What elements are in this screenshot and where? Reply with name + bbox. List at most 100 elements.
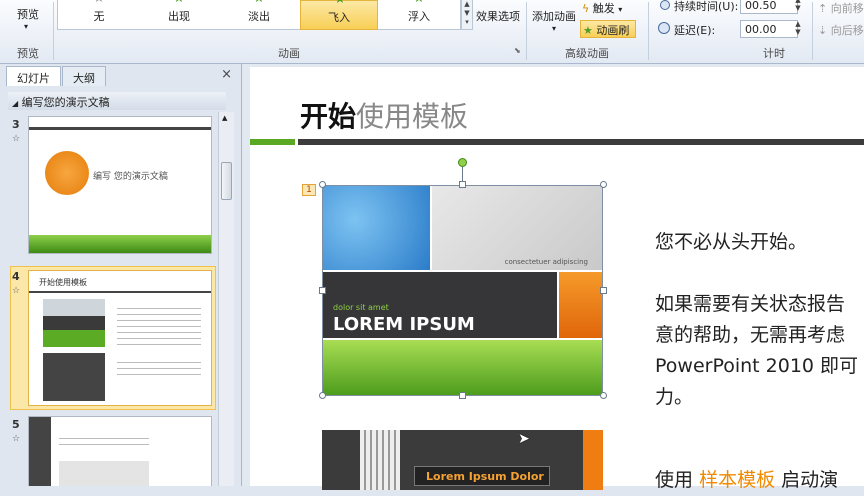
- animation-float-in[interactable]: ★ 浮入: [380, 0, 458, 30]
- star-green-icon: ★: [172, 0, 186, 6]
- resize-handle[interactable]: [319, 287, 326, 294]
- slide-thumbnail-3[interactable]: 编写 您的演示文稿: [28, 116, 212, 254]
- animation-painter-button[interactable]: ★ 动画刷: [580, 20, 636, 38]
- animation-none[interactable]: ★ 无: [60, 0, 138, 30]
- scrollbar-thumb[interactable]: [221, 162, 232, 200]
- preview-label: 预览: [17, 8, 39, 21]
- move-earlier-button[interactable]: ⇡ 向前移: [818, 0, 864, 16]
- resize-handle[interactable]: [600, 181, 607, 188]
- sample-template-link[interactable]: 样本模板: [699, 469, 775, 491]
- thumb-body-text: [117, 303, 201, 347]
- lightning-icon: ϟ: [582, 2, 590, 15]
- accent-dark-bar: [298, 139, 864, 145]
- delay-spinner[interactable]: ▲ ▼: [792, 20, 804, 38]
- animation-star-icon: ☆: [12, 286, 21, 296]
- animation-fly-in[interactable]: ★ 飞入: [300, 0, 378, 30]
- slide-number: 3: [12, 118, 20, 131]
- slide-title[interactable]: 开始使用模板: [300, 95, 468, 135]
- picture-caption-small: consectetuer adipiscing: [504, 258, 588, 266]
- divider: [526, 2, 527, 60]
- animation-label: 出现: [168, 10, 190, 23]
- section-header[interactable]: ◢ 编写您的演示文稿: [8, 92, 226, 110]
- animation-label: 淡出: [248, 10, 270, 23]
- slide-number: 5: [12, 418, 20, 431]
- slide-editor: 开始使用模板 1 consectetuer adipiscing dolor s…: [243, 64, 864, 491]
- rotation-handle[interactable]: [458, 158, 467, 167]
- animation-label: 浮入: [408, 10, 430, 23]
- tab-slides[interactable]: 幻灯片: [6, 66, 61, 86]
- clock-icon: [658, 22, 670, 34]
- slide-thumbnail-list: 3 ☆ 编写 您的演示文稿 4 ☆ 开始使用模板 5 ☆: [6, 112, 218, 486]
- animation-group-label: 动画: [278, 47, 300, 60]
- body-text-suffix: 启动演: [781, 469, 839, 491]
- star-green-icon: ★: [412, 0, 426, 6]
- animation-label: 无: [93, 10, 105, 23]
- add-animation-label: 添加动画: [532, 10, 576, 23]
- arrow-up-icon: ⇡: [818, 2, 828, 15]
- dialog-launcher-icon[interactable]: ⬊: [514, 46, 521, 55]
- body-text-line[interactable]: PowerPoint 2010 即可: [655, 351, 858, 382]
- slide-picture-1[interactable]: consectetuer adipiscing dolor sit amet L…: [322, 185, 603, 396]
- collapse-triangle-icon[interactable]: ◢: [12, 99, 18, 108]
- add-animation-button[interactable]: 添加动画 ▾: [530, 2, 578, 42]
- clock-icon: [660, 0, 670, 10]
- scroll-up-icon[interactable]: ▲: [222, 114, 227, 122]
- title-bold: 开始: [300, 100, 357, 133]
- title-light: 使用模板: [356, 100, 469, 133]
- picture-caption-sub: dolor sit amet: [333, 303, 389, 312]
- more-icon[interactable]: ▾: [462, 18, 472, 27]
- trigger-button[interactable]: ϟ 触发 ▾: [582, 0, 632, 16]
- slide-thumbnail-5[interactable]: [28, 416, 212, 486]
- duration-spinner[interactable]: ▲ ▼: [792, 0, 804, 14]
- slides-pane: 幻灯片 大纲 × ◢ 编写您的演示文稿 3 ☆ 编写 您的演示文稿 4 ☆ 开始…: [0, 64, 242, 486]
- picture-grass: [323, 340, 602, 395]
- body-text-line-last[interactable]: 使用 样本模板 启动演: [655, 465, 838, 496]
- animation-order-tag[interactable]: 1: [302, 184, 316, 196]
- body-text-line[interactable]: 意的帮助，无需再考虑: [655, 320, 845, 351]
- thumb-grass: [29, 235, 211, 253]
- body-text-line[interactable]: 力。: [655, 382, 693, 413]
- thumb-dark-strip: [29, 417, 51, 486]
- picture-caption-big: LOREM IPSUM: [333, 314, 475, 335]
- animation-painter-label: 动画刷: [596, 24, 630, 37]
- resize-handle[interactable]: [319, 181, 326, 188]
- thumb-body-text: [59, 433, 149, 449]
- effect-options-button[interactable]: 效果选项: [476, 2, 524, 42]
- timing-group-label: 计时: [763, 47, 785, 60]
- preview-button[interactable]: 预览 ▾: [6, 0, 50, 40]
- slide-number: 4: [12, 270, 20, 283]
- resize-handle[interactable]: [600, 287, 607, 294]
- animation-appear[interactable]: ★ 出现: [140, 0, 218, 30]
- resize-handle[interactable]: [319, 392, 326, 399]
- close-icon[interactable]: ×: [221, 67, 232, 82]
- pane-scrollbar[interactable]: ▲: [218, 112, 234, 486]
- accent-green-bar: [250, 139, 295, 145]
- thumb-title: 开始使用模板: [39, 278, 87, 287]
- slide-picture-2[interactable]: Lorem Ipsum Dolor: [322, 430, 603, 490]
- body-text-line[interactable]: 您不必从头开始。: [655, 227, 807, 258]
- chevron-up-icon[interactable]: ▲: [462, 0, 472, 9]
- animation-label: 飞入: [328, 11, 350, 24]
- resize-handle[interactable]: [459, 181, 466, 188]
- picture-torn-paper: [360, 430, 400, 490]
- divider: [648, 2, 649, 60]
- resize-handle[interactable]: [600, 392, 607, 399]
- move-later-button[interactable]: ⇣ 向后移: [818, 22, 864, 38]
- animation-fade[interactable]: ★ 淡出: [220, 0, 298, 30]
- chevron-down-icon: ▾: [552, 24, 557, 33]
- move-later-label: 向后移: [830, 24, 864, 37]
- gallery-scroll[interactable]: ▲ ▼ ▾: [461, 0, 473, 30]
- tab-outline[interactable]: 大纲: [62, 66, 106, 86]
- delay-label: 延迟(E):: [674, 24, 716, 37]
- chevron-down-icon[interactable]: ▼: [462, 9, 472, 18]
- picture-caption: Lorem Ipsum Dolor: [426, 470, 544, 483]
- star-brush-icon: ★: [583, 24, 593, 37]
- delay-input[interactable]: 00.00: [740, 20, 798, 38]
- ribbon: 预览 ▾ 预览 ★ 无 ★ 出现 ★ 淡出 ★ 飞入 ★ 浮入 ▲ ▼ ▾ 效果…: [0, 0, 864, 64]
- duration-input[interactable]: 00.50: [740, 0, 798, 14]
- preview-group-label: 预览: [17, 47, 39, 60]
- body-text-line[interactable]: 如果需要有关状态报告: [655, 289, 845, 320]
- slide-thumbnail-4[interactable]: 开始使用模板: [28, 270, 212, 406]
- resize-handle[interactable]: [459, 392, 466, 399]
- picture-caption-text: Lorem Ipsum Dolor: [426, 470, 544, 483]
